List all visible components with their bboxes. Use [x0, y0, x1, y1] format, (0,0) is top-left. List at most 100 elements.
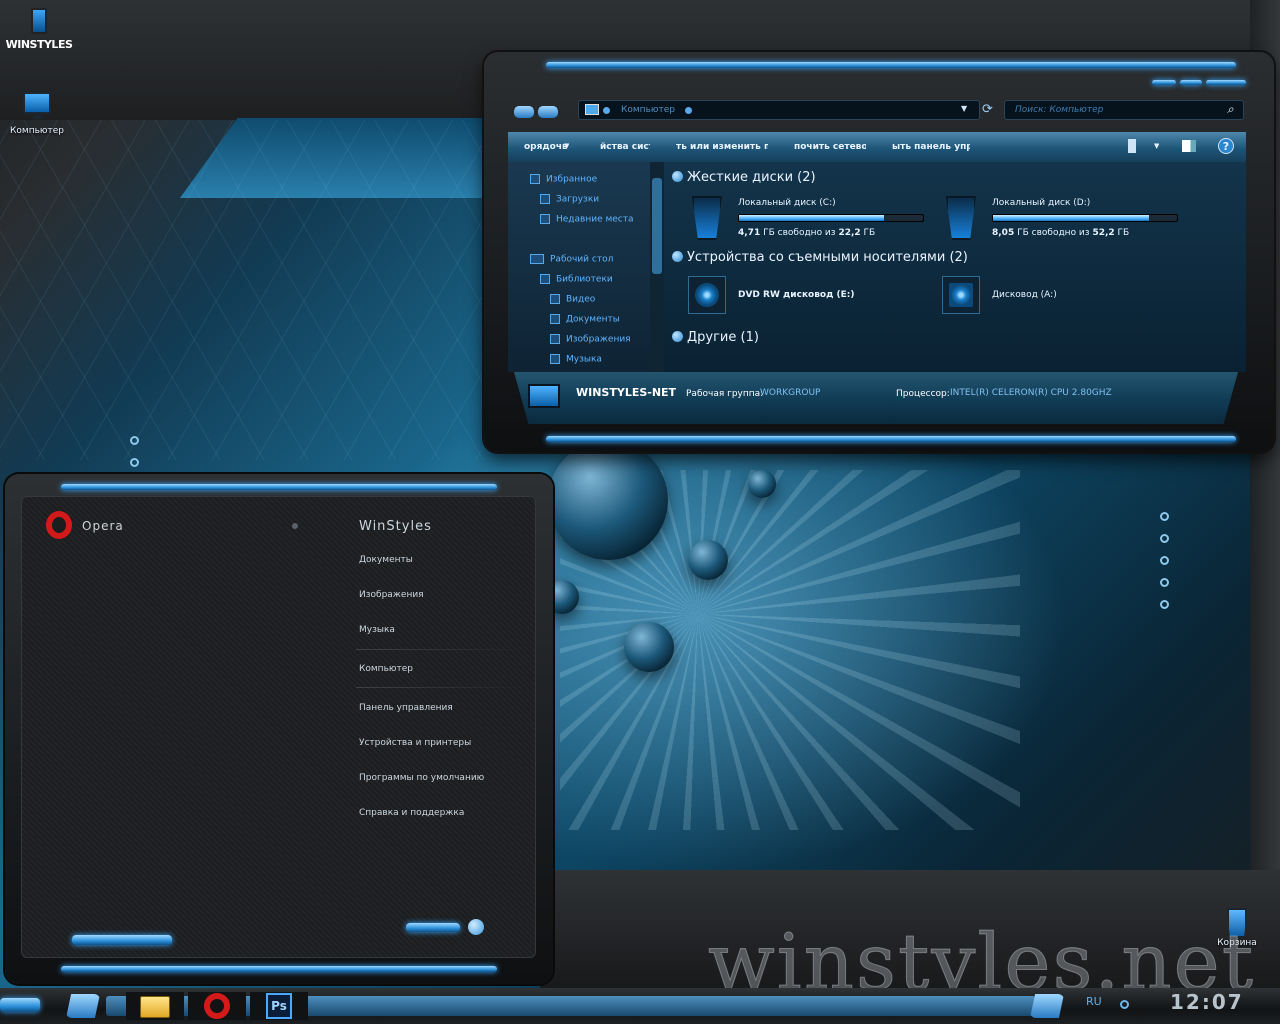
forward-button[interactable]	[538, 106, 558, 118]
start-button[interactable]	[0, 998, 40, 1012]
group-header-removable[interactable]: Устройства со съемными носителями (2)	[672, 250, 968, 265]
nav-item-libraries[interactable]: Библиотеки	[540, 274, 613, 285]
nav-item-video[interactable]: Видео	[550, 294, 595, 305]
back-button[interactable]	[514, 106, 534, 118]
language-indicator[interactable]: RU	[1086, 995, 1102, 1008]
group-header-hdd[interactable]: Жесткие диски (2)	[672, 170, 816, 185]
taskbar-app-opera[interactable]	[188, 992, 246, 1020]
desktop-icon-label: Компьютер	[10, 126, 64, 136]
desktop-dot	[1160, 600, 1169, 609]
taskbar-app-explorer[interactable]	[126, 992, 184, 1020]
minimize-button[interactable]	[1152, 80, 1176, 85]
menu-item-computer[interactable]: Компьютер	[359, 664, 413, 674]
cpu-value: INTEL(R) CELERON(R) CPU 2.80GHZ	[950, 388, 1112, 398]
system-properties-button[interactable]: йства систе	[600, 142, 650, 152]
computer-name: WINSTYLES-NET	[576, 386, 677, 399]
clock[interactable]: 12:07	[1170, 990, 1244, 1014]
pictures-icon	[550, 334, 560, 344]
desktop-icon-computer[interactable]: Компьютер	[6, 92, 68, 136]
menu-item-devices-printers[interactable]: Устройства и принтеры	[359, 738, 471, 748]
explorer-window: Компьютер ▼ ⟳ Поиск: Компьютер ⌕ орядочь…	[484, 52, 1274, 452]
menu-item-help-support[interactable]: Справка и поддержка	[359, 808, 464, 818]
nav-label: Документы	[566, 314, 620, 325]
close-button[interactable]	[1206, 80, 1246, 85]
opera-icon	[46, 511, 72, 539]
desktop-sphere	[688, 540, 728, 580]
nav-item-desktop[interactable]: Рабочий стол	[530, 254, 613, 265]
chevron-down-icon[interactable]: ▼	[1154, 142, 1159, 150]
view-options-icon[interactable]	[1128, 139, 1136, 153]
group-header-other[interactable]: Другие (1)	[672, 330, 759, 345]
desktop-folder-icon	[530, 254, 544, 264]
search-input[interactable]: Поиск: Компьютер ⌕	[1004, 100, 1244, 120]
uninstall-program-button[interactable]: ть или изменить прог	[676, 142, 768, 152]
preview-pane-icon[interactable]	[1182, 140, 1196, 152]
search-icon[interactable]: ⌕	[1227, 102, 1234, 117]
menu-item-control-panel[interactable]: Панель управления	[359, 703, 453, 713]
map-network-drive-button[interactable]: почить сетевой	[794, 142, 866, 152]
drive-item-c[interactable]: Локальный диск (C:) 4,71 ГБ свободно из …	[688, 194, 928, 242]
window-controls	[1152, 78, 1248, 88]
workgroup-value: WORKGROUP	[760, 388, 821, 398]
open-control-panel-button[interactable]: ыть панель управ	[892, 142, 970, 152]
desktop-sphere	[548, 440, 668, 560]
nav-item-pictures[interactable]: Изображения	[550, 334, 631, 345]
menu-item-documents[interactable]: Документы	[359, 555, 413, 565]
nav-label: Рабочий стол	[550, 254, 614, 265]
nav-item-recent[interactable]: Недавние места	[540, 214, 634, 225]
maximize-button[interactable]	[1180, 80, 1202, 85]
menu-item-music[interactable]: Музыка	[359, 625, 395, 635]
scrollbar-thumb[interactable]	[652, 178, 662, 274]
nav-label: Недавние места	[556, 214, 634, 225]
photoshop-icon: Ps	[266, 993, 292, 1019]
computer-icon	[23, 92, 51, 119]
nav-item-documents[interactable]: Документы	[550, 314, 620, 325]
menu-separator	[356, 687, 531, 688]
pinned-item-opera[interactable]: Opera	[46, 511, 166, 539]
chevron-down-icon[interactable]: ▼	[564, 142, 569, 150]
nav-label: Музыка	[566, 354, 602, 365]
drive-item-d[interactable]: Локальный диск (D:) 8,05 ГБ свободно из …	[942, 194, 1182, 242]
navigation-pane: Избранное Загрузки Недавние места Рабочи…	[508, 162, 650, 372]
nav-item-favorites[interactable]: Избранное	[530, 174, 597, 185]
menu-bottom-glow	[61, 966, 497, 972]
tray-dot[interactable]	[1120, 1000, 1129, 1009]
drive-usage-fill	[739, 215, 885, 221]
nav-label: Библиотеки	[556, 274, 613, 285]
quick-launch-toggle[interactable]	[66, 994, 100, 1018]
refresh-icon[interactable]: ⟳	[982, 102, 993, 117]
free-label: свободно из	[777, 228, 836, 238]
drives-pane: Жесткие диски (2) Локальный диск (C:) 4,…	[664, 162, 1246, 372]
recent-places-icon	[540, 214, 550, 224]
shutdown-button[interactable]	[406, 923, 460, 932]
total-value: 52,2	[1092, 228, 1115, 238]
chevron-down-icon[interactable]: ▼	[961, 104, 967, 113]
documents-icon	[550, 314, 560, 324]
window-top-glow	[546, 62, 1236, 68]
user-name[interactable]: WinStyles	[359, 519, 432, 534]
drive-item-floppy[interactable]: Дисковод (A:)	[942, 274, 1162, 318]
group-label: Другие (1)	[687, 330, 759, 345]
address-text: Компьютер	[621, 105, 675, 115]
tray-toggle[interactable]	[1030, 994, 1064, 1018]
submenu-arrow-dot[interactable]	[292, 523, 298, 529]
drive-name: Локальный диск (C:)	[738, 198, 836, 208]
group-label: Устройства со съемными носителями (2)	[687, 250, 968, 265]
drive-item-dvd[interactable]: DVD RW дисковод (E:)	[688, 274, 908, 318]
nav-item-music[interactable]: Музыка	[550, 354, 602, 365]
organize-button[interactable]: орядочь	[524, 142, 568, 152]
computer-icon	[528, 384, 560, 408]
menu-item-pictures[interactable]: Изображения	[359, 590, 424, 600]
all-programs-button[interactable]	[72, 935, 172, 945]
address-bar[interactable]: Компьютер ▼	[578, 100, 980, 120]
shutdown-options-button[interactable]	[468, 919, 484, 935]
nav-scrollbar[interactable]	[650, 162, 664, 372]
music-icon	[550, 354, 560, 364]
menu-item-default-programs[interactable]: Программы по умолчанию	[359, 773, 484, 783]
details-pane: WINSTYLES-NET Рабочая группа: WORKGROUP …	[514, 372, 1238, 424]
taskbar-app-photoshop[interactable]: Ps	[250, 992, 308, 1020]
nav-item-downloads[interactable]: Загрузки	[540, 194, 599, 205]
desktop-dot	[1160, 556, 1169, 565]
help-icon[interactable]: ?	[1218, 138, 1234, 154]
free-label: свободно из	[1031, 228, 1090, 238]
